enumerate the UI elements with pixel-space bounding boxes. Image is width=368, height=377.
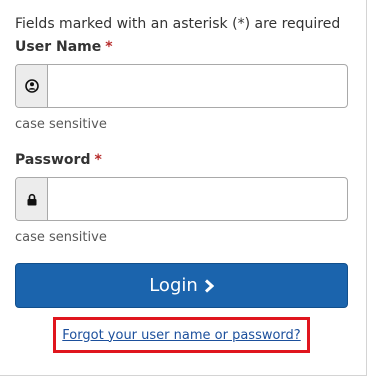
lock-icon [16,178,48,220]
username-hint: case sensitive [15,117,107,132]
username-label-text: User Name [15,39,102,55]
password-input[interactable] [48,178,347,220]
required-fields-note: Fields marked with an asterisk (*) are r… [15,16,341,32]
password-label: Password * [15,152,102,168]
password-input-group [15,177,348,221]
password-label-text: Password [15,152,91,168]
user-icon [16,65,48,107]
required-asterisk: * [94,152,102,168]
username-label: User Name * [15,39,113,55]
required-asterisk: * [105,39,113,55]
highlight-box: Forgot your user name or password? [53,317,310,353]
chevron-right-icon [204,278,214,293]
login-button-label: Login [149,275,198,296]
password-hint: case sensitive [15,230,107,245]
username-input[interactable] [48,65,347,107]
login-panel: Fields marked with an asterisk (*) are r… [0,0,367,376]
login-button[interactable]: Login [15,263,348,308]
forgot-credentials-link[interactable]: Forgot your user name or password? [62,328,300,343]
username-input-group [15,64,348,108]
